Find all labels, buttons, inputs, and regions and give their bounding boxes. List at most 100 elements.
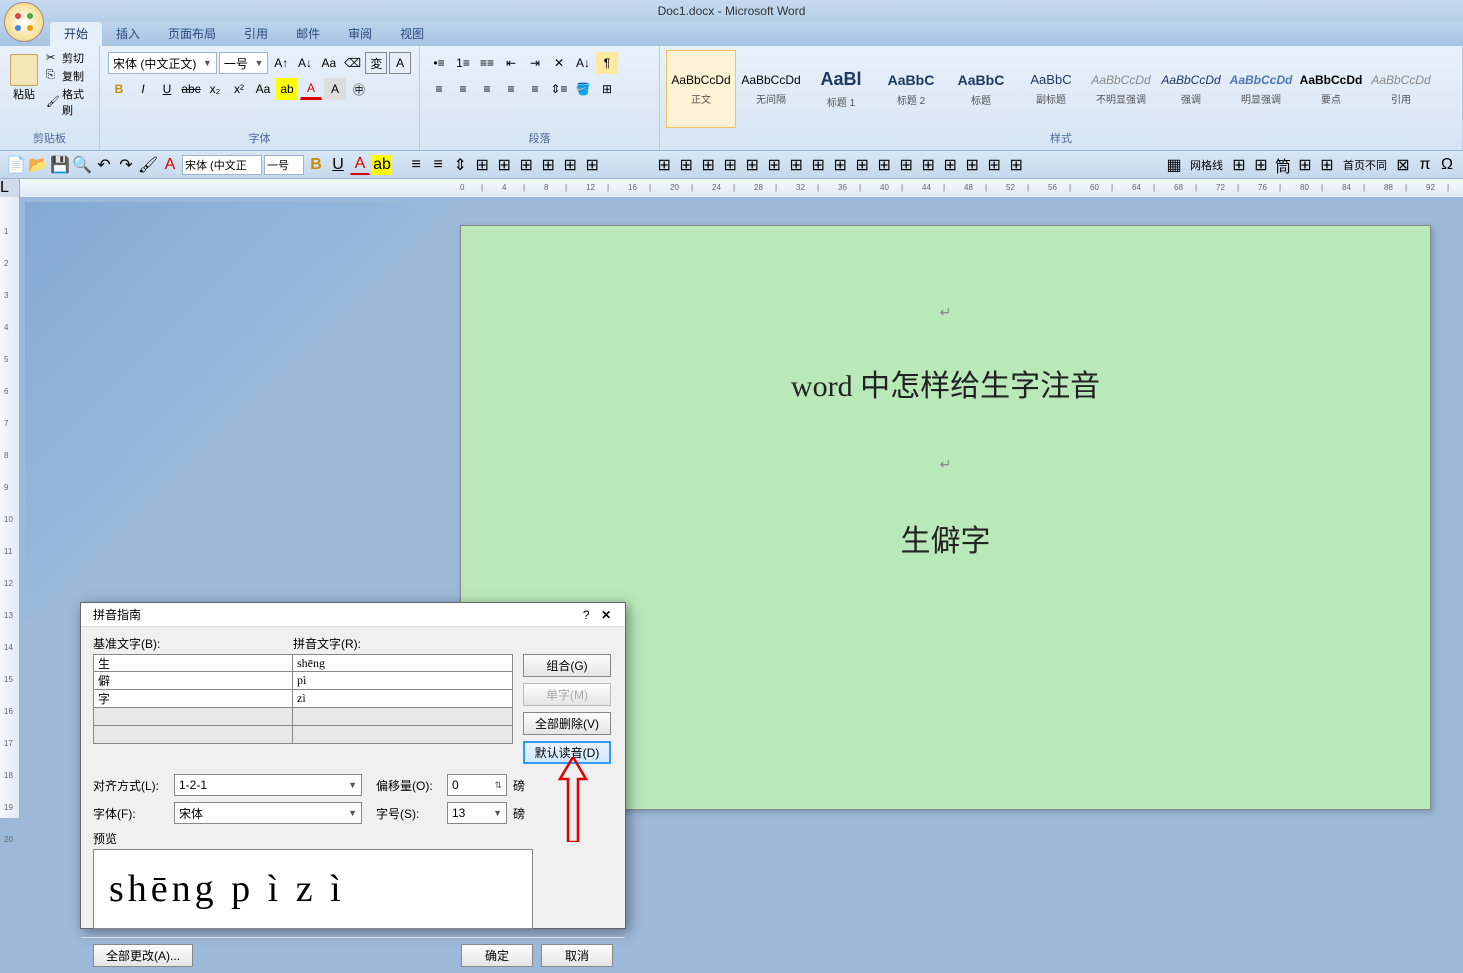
style-item[interactable]: AaBbCcDd无间隔	[736, 50, 806, 128]
qat-underline-button[interactable]: U	[328, 155, 348, 175]
qat-spacing-button[interactable]: ⇕	[450, 155, 470, 175]
qat-tbl8[interactable]: ⊞	[808, 155, 828, 175]
style-item[interactable]: AaBbCcDd正文	[666, 50, 736, 128]
page-heading[interactable]: word 中怎样给生字注音	[461, 361, 1430, 405]
page-content[interactable]: 生僻字	[461, 516, 1430, 560]
dialog-close-button[interactable]: ✕	[601, 608, 611, 622]
combine-button[interactable]: 组合(G)	[523, 654, 611, 677]
qat-font-select[interactable]: 宋体 (中文正	[182, 155, 262, 175]
bullets-button[interactable]: •≡	[428, 52, 450, 74]
qat-tbl7[interactable]: ⊞	[786, 155, 806, 175]
ruby-cell[interactable]	[293, 726, 513, 744]
qat-btn4[interactable]: ⊞	[516, 155, 536, 175]
base-cell[interactable]	[93, 726, 293, 744]
change-all-button[interactable]: 全部更改(A)...	[93, 944, 193, 967]
dialog-help-button[interactable]: ?	[583, 608, 590, 622]
change-case-button[interactable]: Aa	[318, 52, 340, 74]
qat-btn7[interactable]: ⊞	[582, 155, 602, 175]
dialog-font-select[interactable]: 宋体▼	[174, 802, 362, 824]
char-border-button[interactable]: A	[389, 52, 411, 74]
qat-tbl10[interactable]: ⊞	[852, 155, 872, 175]
qat-tbl12[interactable]: ⊞	[896, 155, 916, 175]
style-item[interactable]: AaBbCcDd引用	[1366, 50, 1436, 128]
text-effects-button[interactable]: Aa	[252, 78, 274, 100]
borders-button[interactable]: ⊞	[596, 78, 618, 100]
tab-view[interactable]: 视图	[386, 22, 438, 46]
font-size-select[interactable]: 一号▼	[219, 52, 269, 74]
qat-highlight2-button[interactable]: ab	[372, 155, 392, 175]
style-item[interactable]: AaBbCcDd要点	[1296, 50, 1366, 128]
base-cell[interactable]: 生	[93, 654, 293, 672]
qat-tbl13[interactable]: ⊞	[918, 155, 938, 175]
qat-tbl14[interactable]: ⊞	[940, 155, 960, 175]
decrease-indent-button[interactable]: ⇤	[500, 52, 522, 74]
enclose-char-button[interactable]: ㊥	[348, 78, 370, 100]
qat-grid-icon[interactable]: ▦	[1164, 155, 1184, 175]
tab-review[interactable]: 审阅	[334, 22, 386, 46]
gridlines-label[interactable]: 网格线	[1190, 157, 1223, 173]
shrink-font-button[interactable]: A↓	[294, 52, 316, 74]
save-button[interactable]: 💾	[50, 155, 70, 175]
tab-home[interactable]: 开始	[50, 22, 102, 46]
shading-button[interactable]: 🪣	[572, 78, 594, 100]
italic-button[interactable]: I	[132, 78, 154, 100]
qat-fontcolor2-button[interactable]: A	[350, 155, 370, 175]
qat-misc1[interactable]: ⊞	[1229, 155, 1249, 175]
horizontal-ruler[interactable]: 0|4|8|12|16|20|24|28|32|36|40|44|48|52|5…	[20, 179, 1463, 197]
qat-tbl6[interactable]: ⊞	[764, 155, 784, 175]
copy-button[interactable]: ⎘复制	[46, 68, 93, 84]
qat-tbl5[interactable]: ⊞	[742, 155, 762, 175]
line-spacing-button[interactable]: ⇕≡	[548, 78, 570, 100]
style-item[interactable]: AaBl标题 1	[806, 50, 876, 128]
subscript-button[interactable]: x₂	[204, 78, 226, 100]
justify-button[interactable]: ≡	[500, 78, 522, 100]
grow-font-button[interactable]: A↑	[270, 52, 292, 74]
qat-tbl16[interactable]: ⊞	[984, 155, 1004, 175]
dialog-titlebar[interactable]: 拼音指南 ? ✕	[81, 603, 625, 627]
qat-tbl17[interactable]: ⊞	[1006, 155, 1026, 175]
font-name-select[interactable]: 宋体 (中文正文)▼	[108, 52, 217, 74]
align-left-button[interactable]: ≡	[428, 78, 450, 100]
tab-page-layout[interactable]: 页面布局	[154, 22, 230, 46]
styles-gallery[interactable]: AaBbCcDd正文AaBbCcDd无间隔AaBl标题 1AaBbC标题 2Aa…	[666, 50, 1456, 128]
qat-btn5[interactable]: ⊞	[538, 155, 558, 175]
qat-bold-button[interactable]: B	[306, 155, 326, 175]
superscript-button[interactable]: x²	[228, 78, 250, 100]
qat-btn6[interactable]: ⊞	[560, 155, 580, 175]
qat-font-color-button[interactable]: A	[160, 155, 180, 175]
bold-button[interactable]: B	[108, 78, 130, 100]
undo-button[interactable]: ↶	[94, 155, 114, 175]
underline-button[interactable]: U	[156, 78, 178, 100]
style-item[interactable]: AaBbCcDd明显强调	[1226, 50, 1296, 128]
font-color-button[interactable]: A	[300, 78, 322, 100]
qat-misc4[interactable]: ⊞	[1295, 155, 1315, 175]
alignment-select[interactable]: 1-2-1▼	[174, 774, 362, 796]
numbering-button[interactable]: 1≡	[452, 52, 474, 74]
qat-end2[interactable]: π	[1415, 155, 1435, 175]
align-center-button[interactable]: ≡	[452, 78, 474, 100]
redo-button[interactable]: ↷	[116, 155, 136, 175]
show-marks-button[interactable]: ¶	[596, 52, 618, 74]
tab-mailings[interactable]: 邮件	[282, 22, 334, 46]
style-item[interactable]: AaBbCcDd不明显强调	[1086, 50, 1156, 128]
qat-tbl11[interactable]: ⊞	[874, 155, 894, 175]
new-doc-button[interactable]: 📄	[6, 155, 26, 175]
qat-misc2[interactable]: ⊞	[1251, 155, 1271, 175]
qat-brush-button[interactable]: 🖌	[138, 155, 158, 175]
ruby-cell[interactable]	[293, 708, 513, 726]
default-reading-button[interactable]: 默认读音(D)	[523, 741, 611, 764]
vertical-ruler[interactable]: 1234567891011121314151617181920	[0, 197, 20, 818]
ruler-corner[interactable]: L	[0, 179, 20, 197]
qat-misc3[interactable]: 筒	[1273, 155, 1293, 175]
asian-layout-button[interactable]: ✕	[548, 52, 570, 74]
qat-misc5[interactable]: ⊞	[1317, 155, 1337, 175]
format-painter-button[interactable]: 🖌格式刷	[46, 86, 93, 118]
strike-button[interactable]: abc	[180, 78, 202, 100]
clear-all-button[interactable]: 全部删除(V)	[523, 712, 611, 735]
base-cell[interactable]: 字	[93, 690, 293, 708]
sort-button[interactable]: A↓	[572, 52, 594, 74]
offset-input[interactable]: 0⇅	[447, 774, 507, 796]
qat-btn2[interactable]: ⊞	[472, 155, 492, 175]
office-button[interactable]	[4, 2, 44, 42]
qat-center-button[interactable]: ≡	[428, 155, 448, 175]
